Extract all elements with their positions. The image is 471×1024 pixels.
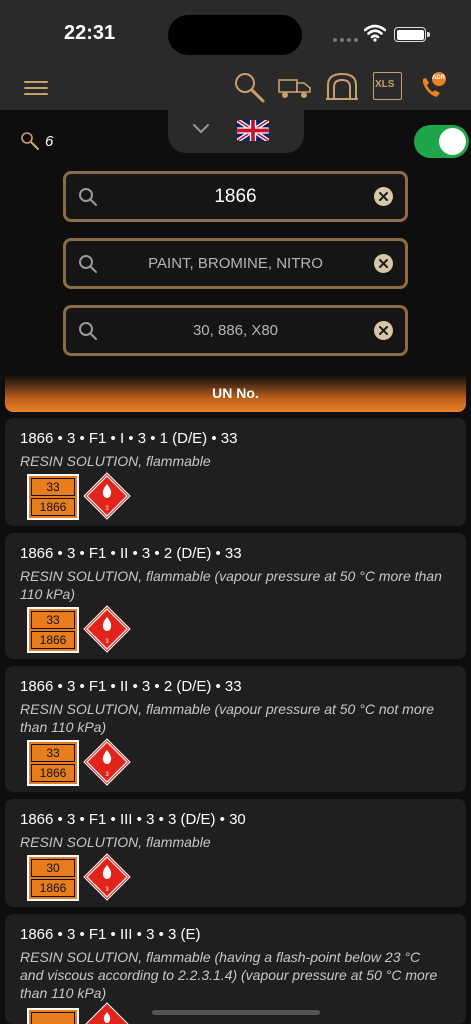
- un-number-field[interactable]: 1866: [63, 171, 408, 222]
- name-search-placeholder[interactable]: PAINT, BROMINE, NITRO: [106, 241, 365, 286]
- battery-icon: [394, 27, 430, 42]
- result-count-value: 6: [45, 132, 54, 150]
- dynamic-island: [168, 15, 302, 55]
- filter-toggle[interactable]: [414, 125, 469, 158]
- status-bar: 22:31: [0, 0, 471, 62]
- section-header: UN No.: [5, 375, 466, 412]
- result-description: RESIN SOLUTION, flammable (having a flas…: [20, 949, 438, 1001]
- plate-hazard-number: 33: [31, 478, 75, 496]
- tunnel-icon[interactable]: [326, 72, 358, 100]
- nav-bar: XLS ADR: [0, 62, 471, 110]
- plate-hazard-number: [31, 1012, 75, 1024]
- result-description: RESIN SOLUTION, flammable: [20, 453, 211, 469]
- result-count: 6: [20, 131, 53, 151]
- orange-plate: 33 1866: [27, 607, 79, 653]
- orange-plate: 33 1866: [27, 474, 79, 520]
- flammable-diamond-icon: 3: [83, 738, 131, 786]
- cellular-signal-icon: [333, 38, 358, 42]
- result-description: RESIN SOLUTION, flammable (vapour pressu…: [20, 701, 435, 735]
- section-title: UN No.: [212, 385, 259, 401]
- clear-icon[interactable]: [374, 254, 393, 273]
- plate-un-number: 1866: [31, 764, 75, 782]
- truck-icon[interactable]: [278, 76, 312, 100]
- orange-plate: 30 1866: [27, 855, 79, 901]
- status-time: 22:31: [64, 22, 116, 44]
- small-search-icon: [21, 132, 40, 151]
- orange-plate: 33 1866: [27, 740, 79, 786]
- plate-hazard-number: 33: [31, 611, 75, 629]
- hazard-code-field[interactable]: 30, 886, X80: [63, 305, 408, 356]
- language-tab[interactable]: [168, 108, 304, 153]
- result-card[interactable]: 1866 • 3 • F1 • I • 3 • 1 (D/E) • 33 RES…: [5, 418, 466, 526]
- result-description: RESIN SOLUTION, flammable: [20, 834, 211, 850]
- name-search-field[interactable]: PAINT, BROMINE, NITRO: [63, 238, 408, 289]
- search-icon: [79, 255, 97, 273]
- result-card[interactable]: 1866 • 3 • F1 • II • 3 • 2 (D/E) • 33 RE…: [5, 533, 466, 659]
- result-card[interactable]: 1866 • 3 • F1 • III • 3 • 3 (D/E) • 30 R…: [5, 799, 466, 907]
- plate-hazard-number: 33: [31, 744, 75, 762]
- search-icon: [79, 188, 97, 206]
- plate-hazard-number: 30: [31, 859, 75, 877]
- result-title: 1866 • 3 • F1 • I • 3 • 1 (D/E) • 33: [20, 430, 238, 447]
- flammable-diamond-icon: 3: [83, 605, 131, 653]
- result-card[interactable]: 1866 • 3 • F1 • II • 3 • 2 (D/E) • 33 RE…: [5, 666, 466, 792]
- plate-un-number: 1866: [31, 498, 75, 516]
- plate-un-number: 1866: [31, 631, 75, 649]
- search-icon: [79, 322, 97, 340]
- result-description: RESIN SOLUTION, flammable (vapour pressu…: [20, 568, 442, 602]
- toggle-knob: [439, 128, 466, 155]
- xls-icon[interactable]: XLS: [373, 72, 402, 100]
- clear-icon[interactable]: [374, 321, 393, 340]
- result-title: 1866 • 3 • F1 • III • 3 • 3 (E): [20, 926, 201, 943]
- flammable-diamond-icon: 3: [83, 853, 131, 901]
- uk-flag-icon[interactable]: [237, 120, 269, 141]
- un-number-value[interactable]: 1866: [106, 174, 365, 219]
- orange-plate: [27, 1008, 79, 1024]
- result-title: 1866 • 3 • F1 • III • 3 • 3 (D/E) • 30: [20, 811, 246, 828]
- result-card[interactable]: 1866 • 3 • F1 • III • 3 • 3 (E) RESIN SO…: [5, 914, 466, 1024]
- result-title: 1866 • 3 • F1 • II • 3 • 2 (D/E) • 33: [20, 545, 242, 562]
- flammable-diamond-icon: [85, 1002, 129, 1024]
- home-indicator[interactable]: [152, 1010, 320, 1015]
- result-title: 1866 • 3 • F1 • II • 3 • 2 (D/E) • 33: [20, 678, 242, 695]
- plate-un-number: 1866: [31, 879, 75, 897]
- flammable-diamond-icon: 3: [83, 472, 131, 520]
- search-icon[interactable]: [232, 70, 266, 104]
- hazard-code-placeholder[interactable]: 30, 886, X80: [106, 308, 365, 353]
- wifi-icon: [364, 24, 386, 42]
- menu-icon[interactable]: [24, 81, 48, 95]
- chevron-down-icon[interactable]: [192, 122, 210, 134]
- clear-icon[interactable]: [374, 187, 393, 206]
- adr-label: ADR: [432, 75, 445, 81]
- xls-label: XLS: [375, 79, 395, 90]
